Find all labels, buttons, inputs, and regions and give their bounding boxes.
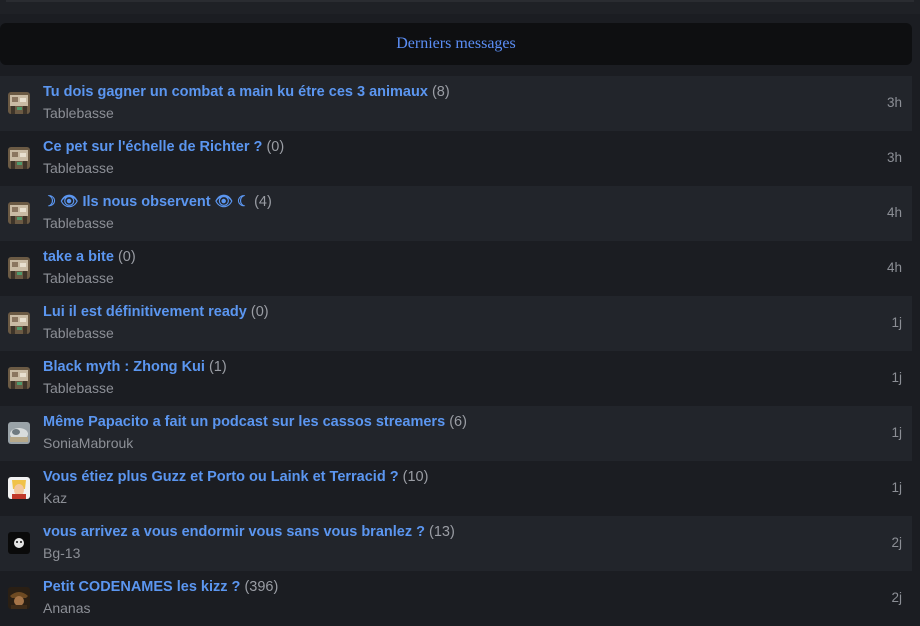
topic-line: vous arrivez a vous endormir vous sans v… — [43, 522, 455, 542]
topic-line: Même Papacito a fait un podcast sur les … — [43, 412, 467, 432]
topic-line: take a bite (0) — [43, 247, 136, 267]
topic-info: Même Papacito a fait un podcast sur les … — [43, 412, 467, 453]
reply-count: (0) — [266, 139, 285, 155]
topic-row[interactable]: Lui il est définitivement ready (0) Table… — [0, 296, 912, 351]
topic-row[interactable]: Vous étiez plus Guzz et Porto ou Laink e… — [0, 461, 912, 516]
soniamabrouk-avatar[interactable] — [8, 422, 30, 444]
topic-row[interactable]: take a bite (0) Tablebasse 4h — [0, 241, 912, 296]
topic-info: take a bite (0) Tablebasse — [43, 247, 136, 288]
topic-title-link[interactable]: Tu dois gagner un combat a main ku étre … — [43, 84, 428, 100]
author-link[interactable]: Tablebasse — [43, 378, 227, 398]
topic-time: 3h — [886, 150, 902, 165]
topic-title-link[interactable]: Ce pet sur l'échelle de Richter ? — [43, 139, 262, 155]
reply-count: (8) — [431, 84, 450, 100]
topic-title-link[interactable]: ☽ 👁 Ils nous observent 👁 ☾ — [43, 194, 250, 210]
topic-row[interactable]: vous arrivez a vous endormir vous sans v… — [0, 516, 912, 571]
topic-line: Ce pet sur l'échelle de Richter ? (0) — [43, 137, 284, 157]
topic-time: 4h — [886, 205, 902, 220]
reply-count: (4) — [254, 194, 272, 210]
topic-line: Black myth : Zhong Kui (1) — [43, 357, 227, 377]
topic-time: 1j — [891, 480, 902, 495]
topic-info: Black myth : Zhong Kui (1) Tablebasse — [43, 357, 227, 398]
topic-title-link[interactable]: Black myth : Zhong Kui — [43, 359, 205, 375]
reply-count: (1) — [208, 359, 227, 375]
topic-info: Vous étiez plus Guzz et Porto ou Laink e… — [43, 467, 428, 508]
topic-row[interactable]: Même Papacito a fait un podcast sur les … — [0, 406, 912, 461]
topic-row[interactable]: Tu dois gagner un combat a main ku étre … — [0, 76, 912, 131]
tablebasse-avatar[interactable] — [8, 257, 30, 279]
topic-time: 2j — [891, 535, 902, 550]
author-link[interactable]: Tablebasse — [43, 213, 272, 233]
topic-time: 2j — [891, 590, 902, 605]
reply-count: (6) — [449, 414, 467, 430]
author-link[interactable]: Bg-13 — [43, 543, 455, 563]
ananas-avatar[interactable] — [8, 587, 30, 609]
top-strip — [0, 0, 920, 14]
topic-line: ☽ 👁 Ils nous observent 👁 ☾ (4) — [43, 192, 272, 212]
topic-title-link[interactable]: Même Papacito a fait un podcast sur les … — [43, 414, 445, 430]
reply-count: (13) — [429, 524, 455, 540]
topic-row[interactable]: Petit CODENAMES les kizz ? (396) Ananas 2j — [0, 571, 912, 626]
author-link[interactable]: SoniaMabrouk — [43, 433, 467, 453]
topic-time: 4h — [886, 260, 902, 275]
kaz-avatar[interactable] — [8, 477, 30, 499]
section-title: Derniers messages — [396, 35, 516, 52]
topic-info: vous arrivez a vous endormir vous sans v… — [43, 522, 455, 563]
author-link[interactable]: Kaz — [43, 488, 428, 508]
topic-info: Lui il est définitivement ready (0) Table… — [43, 302, 269, 343]
topic-time: 3h — [886, 95, 902, 110]
author-link[interactable]: Tablebasse — [43, 158, 284, 178]
topic-time: 1j — [891, 315, 902, 330]
author-link[interactable]: Ananas — [43, 598, 278, 618]
topic-row[interactable]: Black myth : Zhong Kui (1) Tablebasse 1j — [0, 351, 912, 406]
topic-title-link[interactable]: vous arrivez a vous endormir vous sans v… — [43, 524, 425, 540]
author-link[interactable]: Tablebasse — [43, 323, 269, 343]
author-link[interactable]: Tablebasse — [43, 103, 450, 123]
topic-line: Lui il est définitivement ready (0) — [43, 302, 269, 322]
reply-count: (396) — [244, 579, 279, 595]
topic-time: 1j — [891, 425, 902, 440]
topic-info: Tu dois gagner un combat a main ku étre … — [43, 82, 450, 123]
reply-count: (0) — [117, 249, 136, 265]
topic-title-link[interactable]: take a bite — [43, 249, 114, 265]
topic-line: Tu dois gagner un combat a main ku étre … — [43, 82, 450, 102]
bg13-avatar[interactable] — [8, 532, 30, 554]
topic-info: ☽ 👁 Ils nous observent 👁 ☾ (4) Tablebasse — [43, 192, 272, 233]
latest-messages-list: Tu dois gagner un combat a main ku étre … — [0, 76, 912, 626]
divider — [6, 0, 914, 2]
tablebasse-avatar[interactable] — [8, 92, 30, 114]
topic-title-link[interactable]: Lui il est définitivement ready — [43, 304, 247, 320]
topic-row[interactable]: Ce pet sur l'échelle de Richter ? (0) Tab… — [0, 131, 912, 186]
topic-info: Petit CODENAMES les kizz ? (396) Ananas — [43, 577, 278, 618]
tablebasse-avatar[interactable] — [8, 147, 30, 169]
topic-line: Vous étiez plus Guzz et Porto ou Laink e… — [43, 467, 428, 487]
reply-count: (0) — [250, 304, 269, 320]
topic-title-link[interactable]: Vous étiez plus Guzz et Porto ou Laink e… — [43, 469, 399, 485]
reply-count: (10) — [402, 469, 429, 485]
latest-messages-header: Derniers messages — [0, 23, 912, 65]
topic-row[interactable]: ☽ 👁 Ils nous observent 👁 ☾ (4) Tablebasse… — [0, 186, 912, 241]
topic-title-link[interactable]: Petit CODENAMES les kizz ? — [43, 579, 240, 595]
topic-line: Petit CODENAMES les kizz ? (396) — [43, 577, 278, 597]
tablebasse-avatar[interactable] — [8, 367, 30, 389]
tablebasse-avatar[interactable] — [8, 202, 30, 224]
topic-info: Ce pet sur l'échelle de Richter ? (0) Tab… — [43, 137, 284, 178]
tablebasse-avatar[interactable] — [8, 312, 30, 334]
author-link[interactable]: Tablebasse — [43, 268, 136, 288]
topic-time: 1j — [891, 370, 902, 385]
